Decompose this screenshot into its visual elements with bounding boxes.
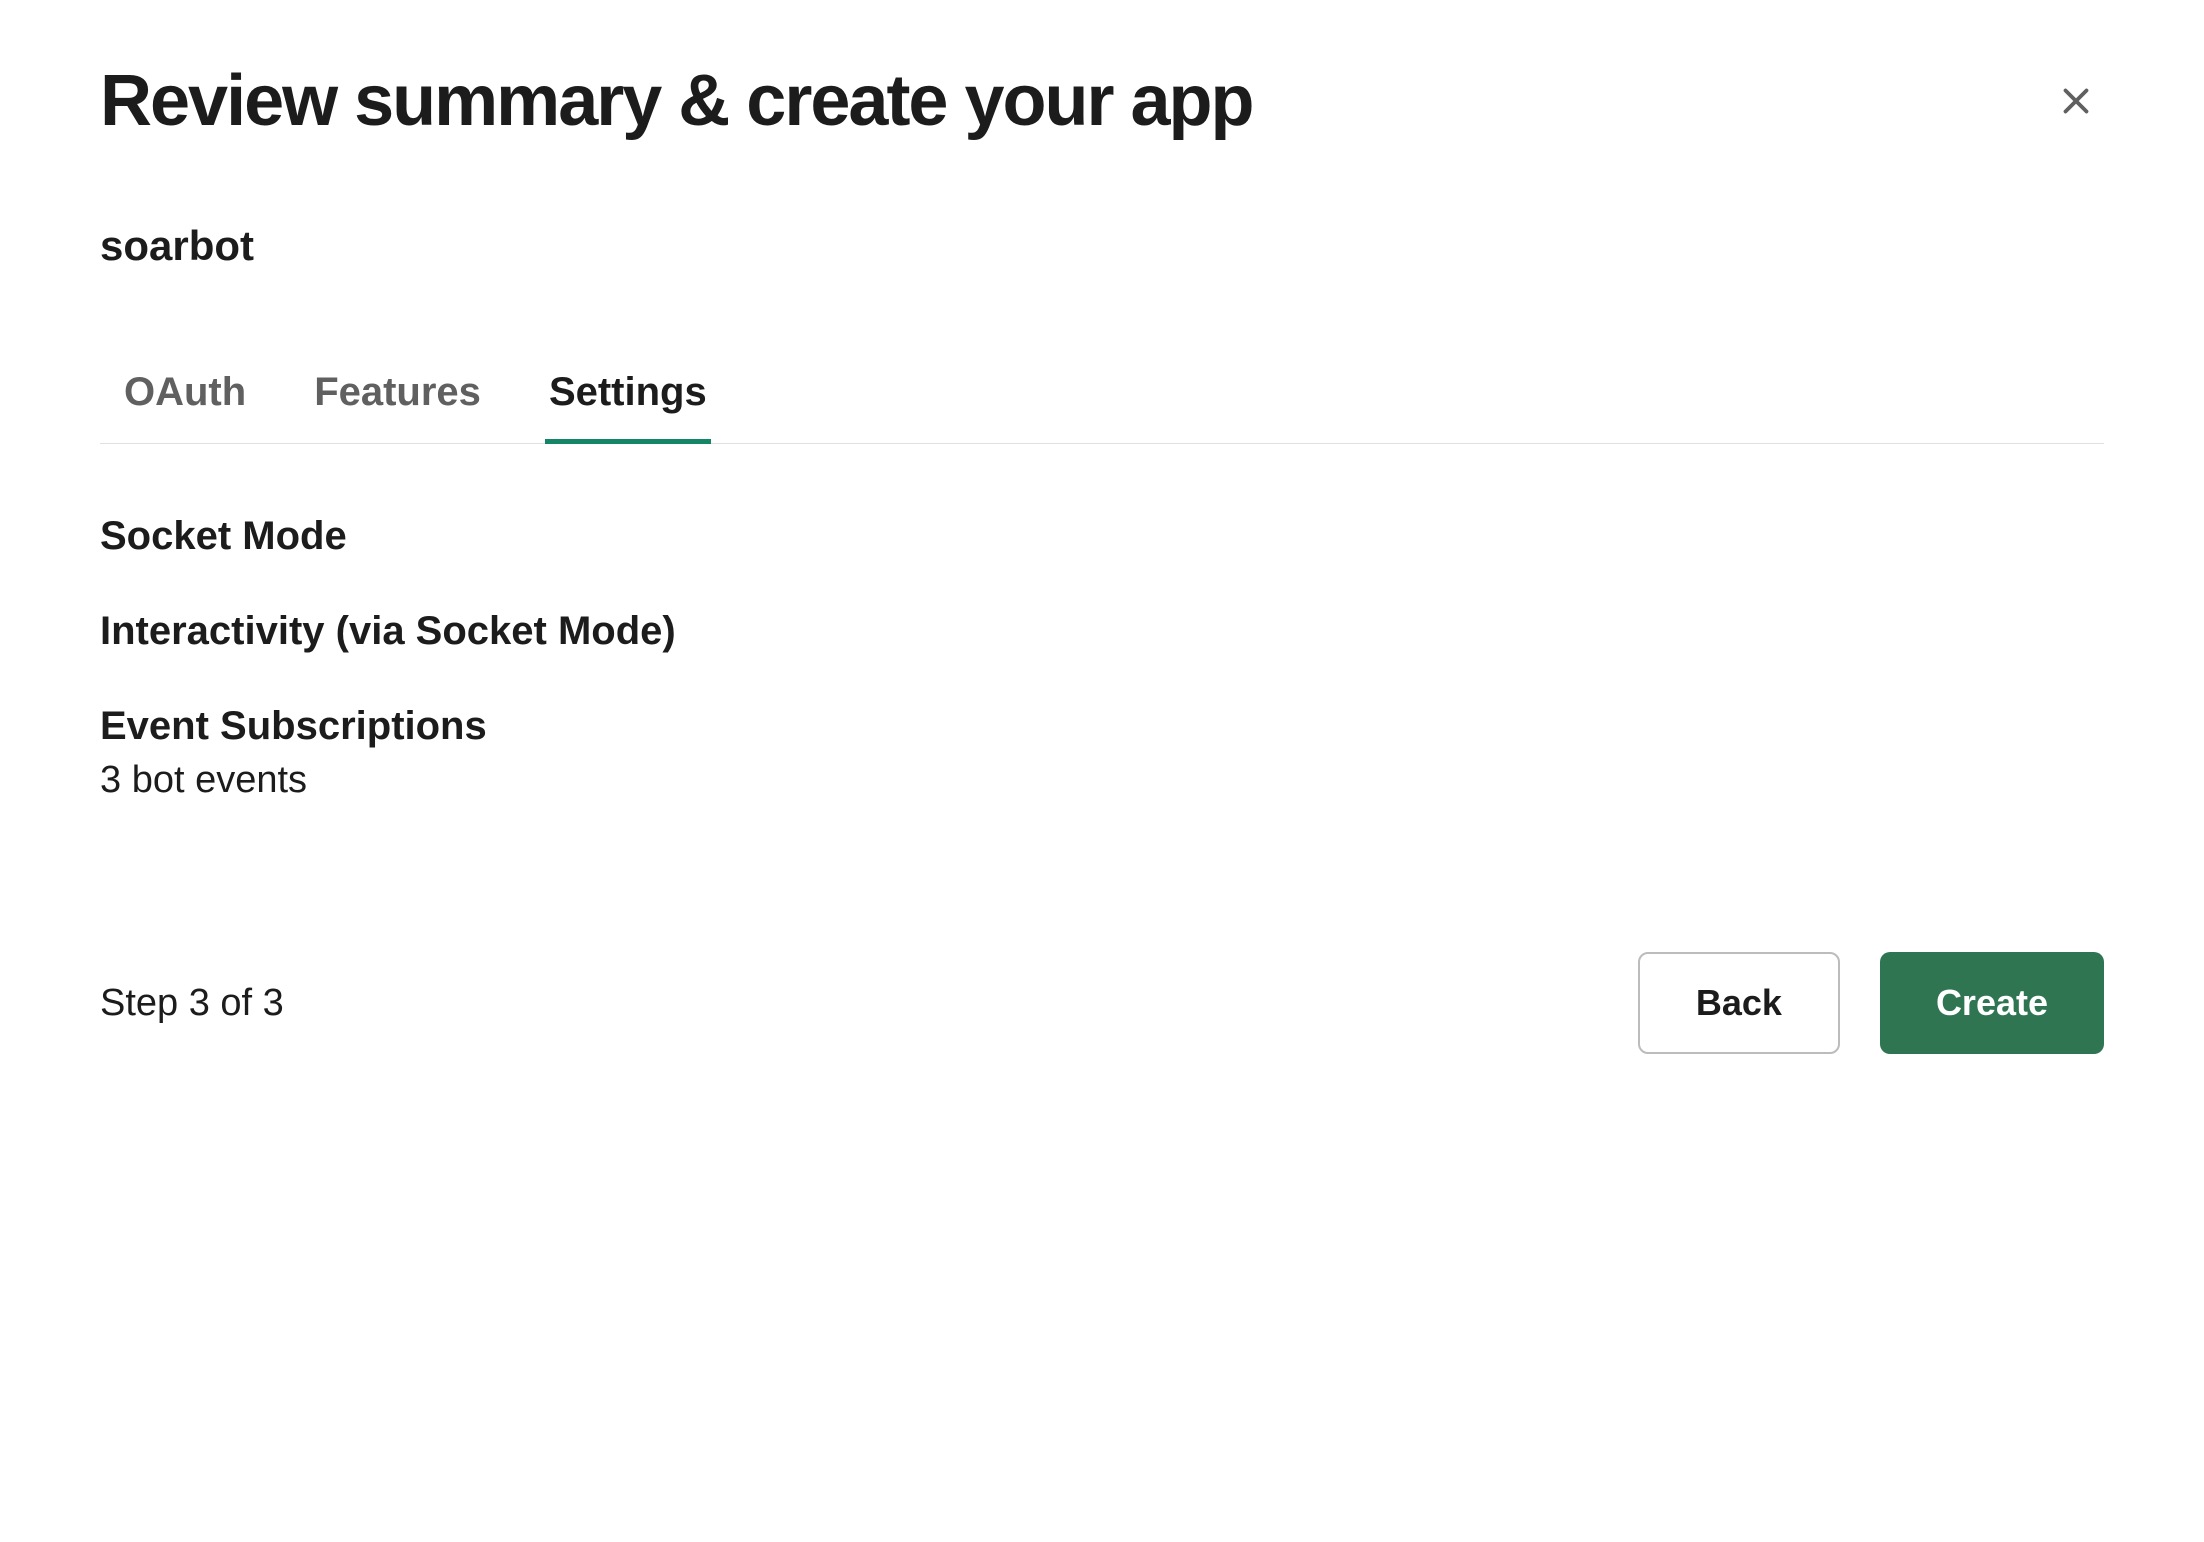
tab-oauth[interactable]: OAuth — [120, 370, 250, 443]
page-title: Review summary & create your app — [100, 60, 1253, 142]
tab-features[interactable]: Features — [310, 370, 485, 443]
app-name: soarbot — [100, 222, 2104, 270]
socket-mode-title: Socket Mode — [100, 514, 2104, 559]
create-button[interactable]: Create — [1880, 952, 2104, 1054]
tabs: OAuth Features Settings — [100, 370, 2104, 444]
interactivity-title: Interactivity (via Socket Mode) — [100, 609, 2104, 654]
button-group: Back Create — [1638, 952, 2104, 1054]
event-subscriptions-detail: 3 bot events — [100, 759, 2104, 802]
back-button[interactable]: Back — [1638, 952, 1840, 1054]
close-button[interactable] — [2048, 73, 2104, 129]
close-icon — [2058, 83, 2094, 119]
tab-settings[interactable]: Settings — [545, 370, 711, 443]
event-subscriptions-title: Event Subscriptions — [100, 704, 2104, 749]
footer: Step 3 of 3 Back Create — [100, 952, 2104, 1054]
settings-section: Socket Mode Interactivity (via Socket Mo… — [100, 514, 2104, 802]
step-indicator: Step 3 of 3 — [100, 982, 284, 1025]
